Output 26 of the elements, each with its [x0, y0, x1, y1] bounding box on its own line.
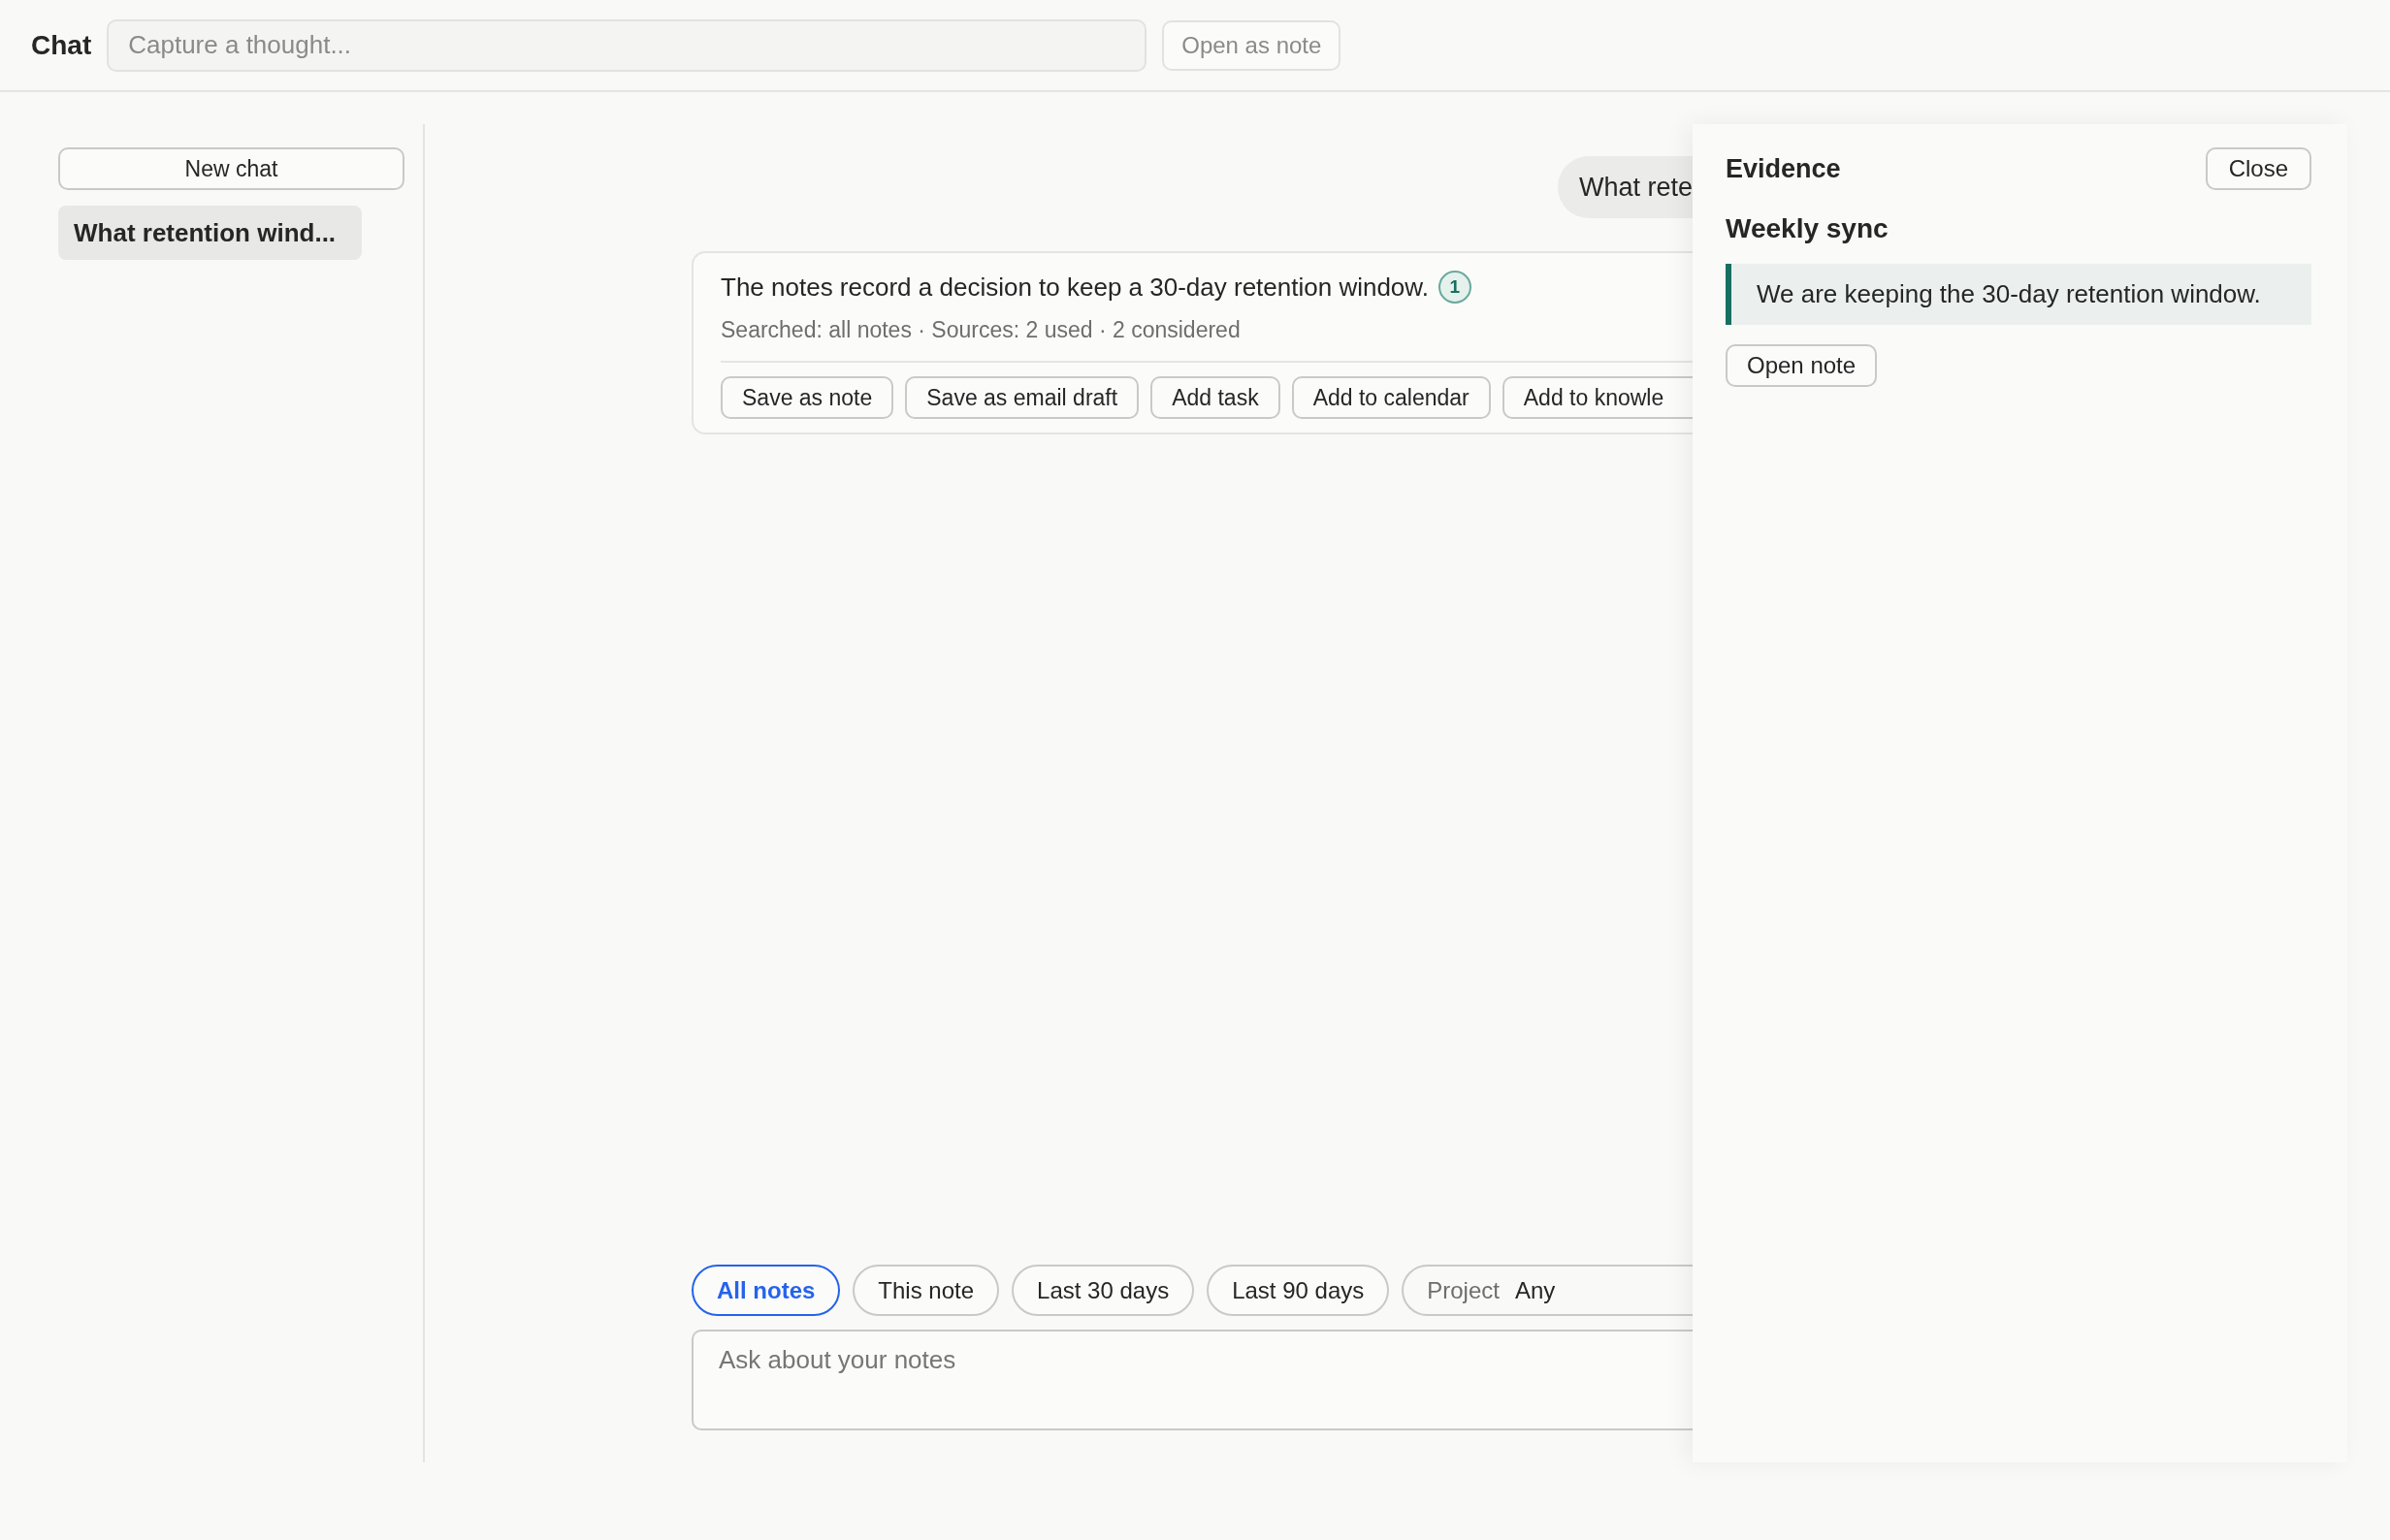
project-select[interactable]: Project Any [1402, 1265, 1693, 1316]
search-summary: Searched: all notes · Sources: 2 used · 2 considered [721, 317, 1693, 363]
question-field[interactable]: Ask about your notes [692, 1330, 1693, 1430]
answer-text: The notes record a decision to keep a 30-day retention window. [721, 272, 1429, 303]
scope-chip[interactable]: This note [853, 1265, 1000, 1316]
open-note-button[interactable]: Open note [1726, 344, 1878, 387]
citation-badge[interactable]: 1 [1437, 271, 1471, 304]
page-title: Chat [31, 29, 92, 61]
scope-chip[interactable]: Last 30 days [1012, 1265, 1195, 1316]
source-title: Weekly sync [1726, 213, 1889, 244]
action-button[interactable]: Save as note [721, 376, 894, 419]
chat-list-item[interactable]: What retention wind... [58, 206, 362, 260]
action-button[interactable]: Add to calendar [1291, 376, 1491, 419]
scope-chip[interactable]: Last 90 days [1207, 1265, 1390, 1316]
action-button[interactable]: Add task [1150, 376, 1280, 419]
evidence-quote: We are keeping the 30-day retention window. [1726, 264, 2311, 325]
action-button[interactable]: Save as email draft [905, 376, 1140, 419]
close-button[interactable]: Close [2205, 147, 2311, 190]
project-value: Any [1514, 1276, 1556, 1304]
user-message: What rete [1557, 156, 1693, 218]
panel-title: Evidence [1726, 153, 1841, 184]
action-button[interactable]: Add to knowle [1502, 376, 1693, 419]
new-chat-button[interactable]: New chat [58, 147, 404, 190]
capture-field[interactable]: Capture a thought... [107, 18, 1147, 72]
scope-chip[interactable]: All notes [692, 1265, 841, 1316]
project-label: Project [1427, 1276, 1500, 1304]
